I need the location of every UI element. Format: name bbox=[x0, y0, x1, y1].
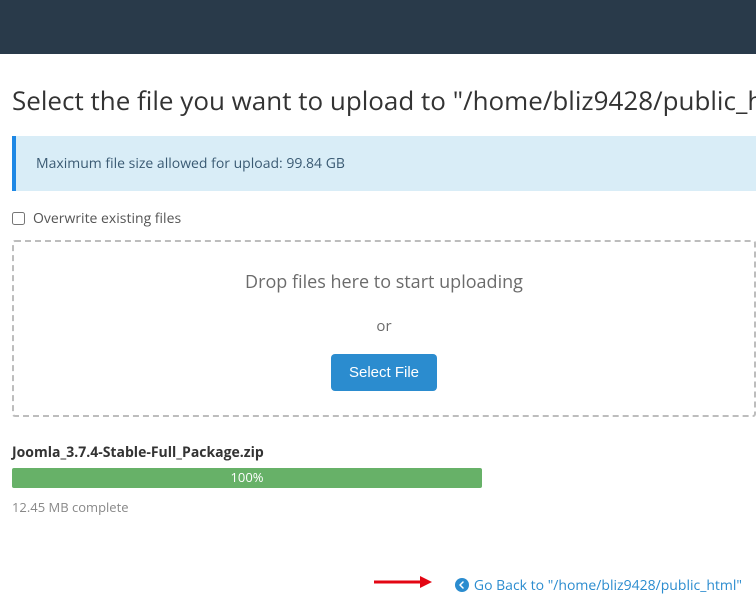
progress-bar: 100% bbox=[12, 468, 482, 488]
dropzone-or: or bbox=[24, 316, 744, 336]
upload-item: Joomla_3.7.4-Stable-Full_Package.zip 100… bbox=[12, 443, 482, 516]
page-title: Select the file you want to upload to "/… bbox=[12, 82, 756, 118]
content: Select the file you want to upload to "/… bbox=[0, 82, 756, 595]
go-back-row: Go Back to "/home/bliz9428/public_html" bbox=[12, 572, 756, 595]
arrow-left-circle-icon bbox=[455, 578, 469, 592]
go-back-label: Go Back to "/home/bliz9428/public_html" bbox=[474, 576, 742, 595]
dropzone-text: Drop files here to start uploading bbox=[24, 270, 744, 294]
arrow-annotation-icon bbox=[372, 574, 432, 590]
top-bar bbox=[0, 0, 756, 54]
overwrite-label[interactable]: Overwrite existing files bbox=[33, 209, 181, 228]
overwrite-row: Overwrite existing files bbox=[12, 209, 756, 228]
overwrite-checkbox[interactable] bbox=[12, 212, 25, 225]
info-banner: Maximum file size allowed for upload: 99… bbox=[12, 136, 756, 191]
select-file-button[interactable]: Select File bbox=[331, 354, 437, 391]
upload-status: 12.45 MB complete bbox=[12, 498, 482, 516]
upload-filename: Joomla_3.7.4-Stable-Full_Package.zip bbox=[12, 443, 482, 462]
dropzone[interactable]: Drop files here to start uploading or Se… bbox=[12, 240, 756, 417]
go-back-link[interactable]: Go Back to "/home/bliz9428/public_html" bbox=[455, 576, 742, 595]
